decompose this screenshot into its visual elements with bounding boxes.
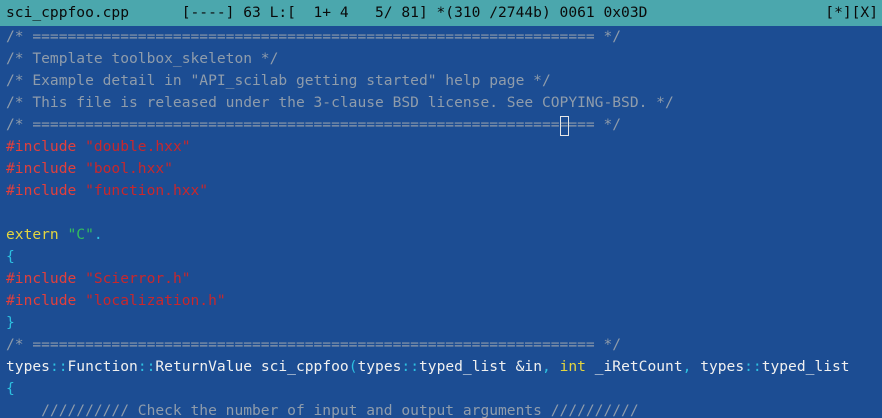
code-token: /* =====================================… bbox=[6, 116, 622, 133]
code-line[interactable]: { bbox=[0, 246, 882, 268]
code-line[interactable]: #include "bool.hxx" bbox=[0, 158, 882, 180]
code-token: , bbox=[682, 358, 701, 375]
code-line[interactable]: /* Example detail in "API_scilab getting… bbox=[0, 70, 882, 92]
text-cursor bbox=[560, 116, 570, 136]
code-token: { bbox=[6, 380, 15, 397]
code-line[interactable]: #include "function.hxx" bbox=[0, 180, 882, 202]
code-token: :: bbox=[401, 358, 419, 375]
window-buttons[interactable]: [*][X] bbox=[825, 0, 878, 26]
code-token: :: bbox=[137, 358, 156, 375]
editor-status-bar: sci_cppfoo.cpp [----] 63 L:[ 1+ 4 5/ 81]… bbox=[0, 0, 882, 26]
code-line[interactable]: extern "C". bbox=[0, 224, 882, 246]
code-token: "localization.h" bbox=[85, 292, 226, 309]
code-token: /* This file is released under the 3-cla… bbox=[6, 94, 674, 111]
code-token: #include bbox=[6, 138, 86, 155]
code-line[interactable]: #include "localization.h" bbox=[0, 290, 882, 312]
code-token: , bbox=[542, 358, 560, 375]
code-token: typed_list bbox=[761, 358, 850, 375]
code-token: extern bbox=[6, 226, 68, 243]
code-token: _iRetCount bbox=[585, 358, 683, 375]
code-token: "function.hxx" bbox=[85, 182, 209, 199]
code-token: /* Example detail in "API_scilab getting… bbox=[6, 72, 551, 89]
code-token: int bbox=[559, 358, 586, 375]
code-line[interactable]: /* =====================================… bbox=[0, 334, 882, 356]
code-token: "C" bbox=[67, 226, 94, 243]
code-token: ////////// Check the number of input and… bbox=[6, 402, 639, 418]
code-token: types bbox=[700, 358, 745, 375]
code-line[interactable]: /* =====================================… bbox=[0, 26, 882, 48]
code-token: "bool.hxx" bbox=[85, 160, 173, 177]
code-token: "double.hxx" bbox=[85, 138, 191, 155]
code-token: Function bbox=[67, 358, 138, 375]
code-line[interactable]: ////////// Check the number of input and… bbox=[0, 400, 882, 418]
code-token: { bbox=[6, 248, 15, 265]
code-token: /* Template toolbox_skeleton */ bbox=[6, 50, 279, 67]
code-token: } bbox=[6, 314, 15, 331]
code-token: #include bbox=[6, 270, 86, 287]
code-token: . bbox=[93, 226, 103, 243]
code-token: #include bbox=[6, 182, 86, 199]
code-token: #include bbox=[6, 292, 86, 309]
code-editor[interactable]: /* =====================================… bbox=[0, 26, 882, 418]
code-line[interactable]: types::Function::ReturnValue sci_cppfoo(… bbox=[0, 356, 882, 378]
code-line[interactable]: /* Template toolbox_skeleton */ bbox=[0, 48, 882, 70]
code-token: ReturnValue sci_cppfoo bbox=[155, 358, 349, 375]
code-token: types bbox=[6, 358, 50, 375]
file-status-text: sci_cppfoo.cpp [----] 63 L:[ 1+ 4 5/ 81]… bbox=[6, 4, 648, 21]
code-token: /* =====================================… bbox=[6, 28, 622, 45]
code-line[interactable]: #include "double.hxx" bbox=[0, 136, 882, 158]
code-token: types bbox=[357, 358, 402, 375]
code-token: :: bbox=[744, 358, 762, 375]
code-token: /* =====================================… bbox=[6, 336, 622, 353]
code-line[interactable]: } bbox=[0, 312, 882, 334]
code-token: #include bbox=[6, 160, 86, 177]
code-token: :: bbox=[49, 358, 68, 375]
code-line[interactable]: /* =====================================… bbox=[0, 114, 882, 136]
code-line[interactable]: { bbox=[0, 378, 882, 400]
code-line[interactable]: #include "Scierror.h" bbox=[0, 268, 882, 290]
code-line[interactable]: /* This file is released under the 3-cla… bbox=[0, 92, 882, 114]
code-token: "Scierror.h" bbox=[85, 270, 191, 287]
code-token: typed_list &in bbox=[419, 358, 543, 375]
code-line[interactable] bbox=[0, 202, 882, 224]
